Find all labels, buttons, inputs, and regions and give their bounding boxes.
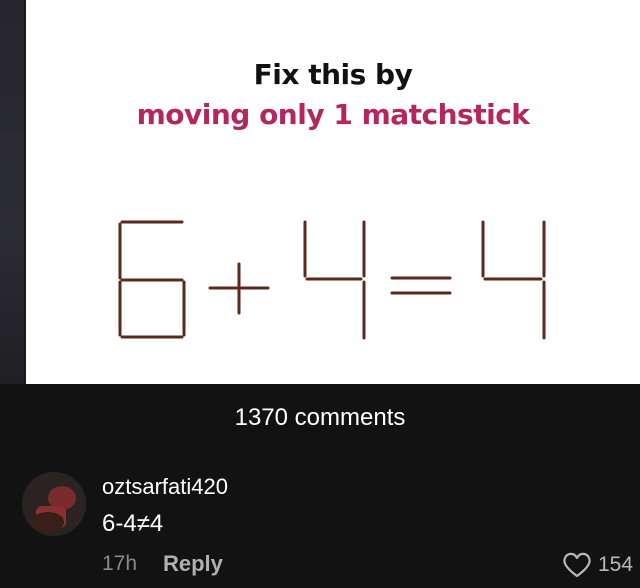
matchstick-digit-4 xyxy=(303,220,366,340)
comment-username[interactable]: oztsarfati420 xyxy=(102,474,228,500)
like-button[interactable]: 154 xyxy=(562,548,633,582)
matchstick-digit-4-result xyxy=(481,220,546,340)
user-avatar[interactable] xyxy=(22,472,86,536)
video-frame[interactable]: Fix this by moving only 1 matchstick xyxy=(0,0,640,384)
matchstick-equals-sign xyxy=(390,276,452,295)
heart-outline-icon xyxy=(563,552,591,578)
reply-button[interactable]: Reply xyxy=(163,551,223,577)
comments-count: 1370 comments xyxy=(234,404,406,431)
matchstick-digit-6 xyxy=(118,220,186,339)
like-count: 154 xyxy=(598,553,634,576)
comment-timestamp: 17h xyxy=(102,552,138,575)
comments-sheet[interactable]: 1370 comments oztsarfati420 6-4≠4 17h Re… xyxy=(0,384,640,588)
comment-text: 6-4≠4 xyxy=(102,510,164,537)
matchstick-plus-sign xyxy=(208,262,270,315)
avatar-image xyxy=(22,472,86,536)
matchstick-equation xyxy=(118,220,546,340)
